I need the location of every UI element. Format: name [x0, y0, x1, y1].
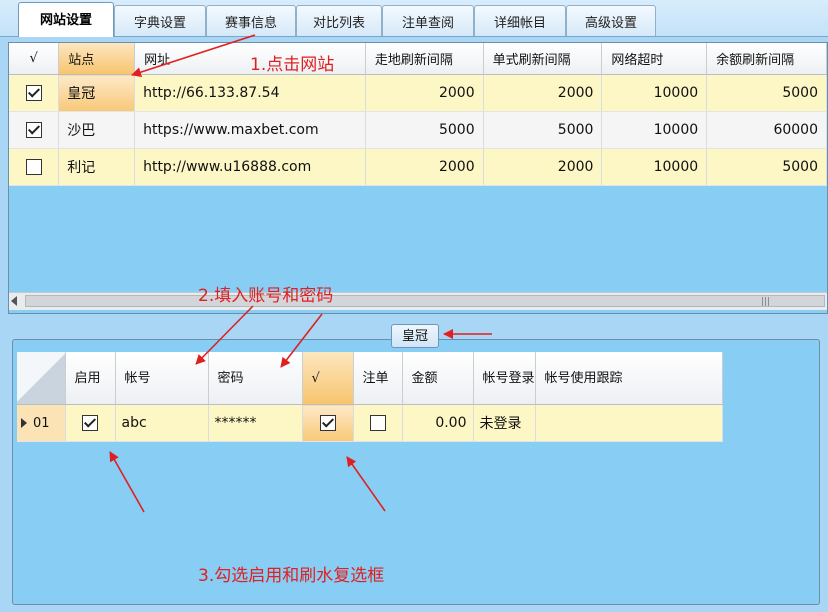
account-group-title: 皇冠 — [391, 324, 439, 348]
column-header-live-interval[interactable]: 走地刷新间隔 — [365, 43, 484, 75]
annotation-step2: 2.填入账号和密码 — [198, 286, 334, 306]
single-interval-cell[interactable]: 2000 — [483, 148, 603, 186]
column-header-single-interval[interactable]: 单式刷新间隔 — [483, 43, 603, 75]
bet-checkbox-cell[interactable] — [353, 404, 403, 442]
tab-detail-accounts[interactable]: 详细帐目 — [474, 5, 566, 36]
tracking-cell[interactable] — [535, 404, 723, 442]
column-header-bet[interactable]: 注单 — [353, 352, 403, 405]
balance-interval-cell[interactable]: 5000 — [706, 74, 827, 112]
single-interval-cell[interactable]: 5000 — [483, 111, 603, 149]
column-header-tracking[interactable]: 帐号使用跟踪 — [535, 352, 723, 405]
brush-checkbox-cell[interactable] — [302, 404, 354, 442]
tab-match-info[interactable]: 赛事信息 — [206, 5, 296, 36]
tab-site-settings[interactable]: 网站设置 — [18, 2, 114, 37]
horizontal-scrollbar[interactable]: ||| — [9, 292, 827, 310]
live-interval-cell[interactable]: 2000 — [365, 74, 484, 112]
site-cell[interactable]: 沙巴 — [58, 111, 136, 149]
row-checkbox[interactable] — [25, 159, 42, 175]
tab-bet-query[interactable]: 注单查阅 — [382, 5, 474, 36]
tab-advanced-settings[interactable]: 高级设置 — [566, 5, 656, 36]
row-checkbox-cell[interactable] — [9, 74, 60, 112]
single-interval-cell[interactable]: 2000 — [483, 74, 603, 112]
table-row[interactable]: 皇冠 http://66.133.87.54 2000 2000 10000 5… — [9, 74, 827, 112]
column-header-password[interactable]: 密码 — [208, 352, 303, 405]
scrollbar-thumb[interactable] — [25, 295, 825, 307]
annotation-step1: 1.点击网站 — [250, 55, 335, 75]
timeout-cell[interactable]: 10000 — [601, 148, 708, 186]
timeout-cell[interactable]: 10000 — [601, 111, 708, 149]
current-row-icon — [21, 418, 27, 428]
tab-compare-list[interactable]: 对比列表 — [296, 5, 382, 36]
row-checkbox[interactable] — [25, 85, 42, 101]
row-checkbox[interactable] — [25, 122, 42, 138]
column-header-balance-interval[interactable]: 余额刷新间隔 — [706, 43, 827, 75]
column-header-amount[interactable]: 金额 — [402, 352, 474, 405]
row-checkbox-cell[interactable] — [9, 148, 60, 186]
url-cell[interactable]: http://www.u16888.com — [134, 148, 366, 186]
table-row[interactable]: 01 abc ****** 0.00 未登录 — [17, 404, 723, 442]
table-row[interactable]: 利记 http://www.u16888.com 2000 2000 10000… — [9, 148, 827, 186]
tab-dictionary-settings[interactable]: 字典设置 — [114, 5, 206, 36]
account-grid-panel: 启用 帐号 密码 √ 注单 金额 帐号登录 帐号使用跟踪 01 abc ****… — [17, 352, 815, 600]
site-cell[interactable]: 皇冠 — [58, 74, 136, 112]
account-cell[interactable]: abc — [115, 404, 209, 442]
amount-cell[interactable]: 0.00 — [402, 404, 474, 442]
site-cell[interactable]: 利记 — [58, 148, 136, 186]
live-interval-cell[interactable]: 5000 — [365, 111, 484, 149]
column-header-account[interactable]: 帐号 — [115, 352, 209, 405]
site-grid-panel: √ 站点 网址 走地刷新间隔 单式刷新间隔 网络超时 余额刷新间隔 皇冠 htt… — [8, 42, 828, 314]
column-header-enabled[interactable]: 启用 — [65, 352, 116, 405]
login-status-cell[interactable]: 未登录 — [473, 404, 536, 442]
account-grid: 启用 帐号 密码 √ 注单 金额 帐号登录 帐号使用跟踪 01 abc ****… — [17, 352, 723, 442]
column-header-site[interactable]: 站点 — [58, 43, 136, 75]
row-index: 01 — [33, 415, 50, 431]
row-header[interactable]: 01 — [17, 404, 66, 442]
annotation-step3: 3.勾选启用和刷水复选框 — [198, 566, 385, 586]
scroll-left-icon[interactable] — [11, 296, 17, 306]
timeout-cell[interactable]: 10000 — [601, 74, 708, 112]
tab-bar: 网站设置 字典设置 赛事信息 对比列表 注单查阅 详细帐目 高级设置 — [0, 0, 828, 37]
column-header-brush-check[interactable]: √ — [302, 352, 354, 405]
select-all-corner[interactable] — [17, 352, 66, 405]
password-cell[interactable]: ****** — [208, 404, 303, 442]
url-cell[interactable]: https://www.maxbet.com — [134, 111, 366, 149]
column-header-timeout[interactable]: 网络超时 — [601, 43, 708, 75]
table-row[interactable]: 沙巴 https://www.maxbet.com 5000 5000 1000… — [9, 111, 827, 149]
column-header-login[interactable]: 帐号登录 — [473, 352, 536, 405]
balance-interval-cell[interactable]: 60000 — [706, 111, 827, 149]
enabled-checkbox[interactable] — [82, 415, 98, 431]
row-checkbox-cell[interactable] — [9, 111, 60, 149]
brush-checkbox[interactable] — [319, 415, 336, 431]
live-interval-cell[interactable]: 2000 — [365, 148, 484, 186]
site-grid: √ 站点 网址 走地刷新间隔 单式刷新间隔 网络超时 余额刷新间隔 皇冠 htt… — [9, 43, 827, 186]
balance-interval-cell[interactable]: 5000 — [706, 148, 827, 186]
grip-icon: ||| — [761, 297, 771, 307]
url-cell[interactable]: http://66.133.87.54 — [134, 74, 366, 112]
enabled-checkbox-cell[interactable] — [65, 404, 116, 442]
bet-checkbox[interactable] — [369, 415, 386, 431]
column-header-check[interactable]: √ — [9, 43, 60, 75]
